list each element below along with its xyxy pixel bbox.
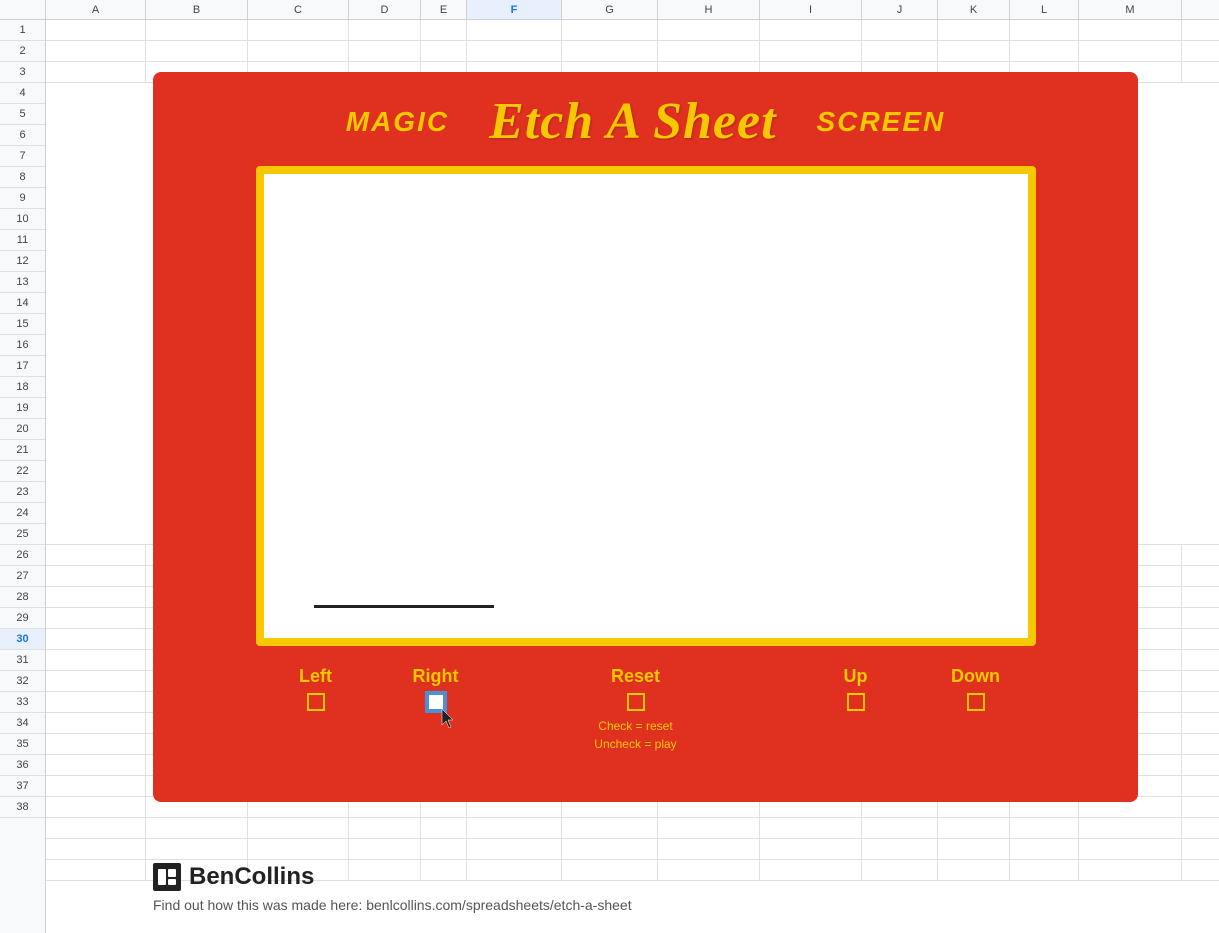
- row-16[interactable]: 16: [0, 335, 45, 356]
- ben-collins-icon: [153, 863, 181, 891]
- row-37[interactable]: 37: [0, 776, 45, 797]
- col-header-d[interactable]: D: [349, 0, 421, 19]
- ben-collins-logo: BenCollins: [153, 863, 632, 891]
- row-27[interactable]: 27: [0, 566, 45, 587]
- row-35[interactable]: 35: [0, 734, 45, 755]
- row-5[interactable]: 5: [0, 104, 45, 125]
- col-header-f[interactable]: F: [467, 0, 562, 19]
- row-20[interactable]: 20: [0, 419, 45, 440]
- grid-row: [46, 818, 1219, 839]
- drawing-line: [314, 605, 494, 608]
- row-29[interactable]: 29: [0, 608, 45, 629]
- up-checkbox[interactable]: [847, 693, 865, 711]
- row-19[interactable]: 19: [0, 398, 45, 419]
- up-label: Up: [844, 666, 868, 687]
- spreadsheet: A B C D E F G H I J K L M N O 1 2 3 4 5 …: [0, 0, 1219, 933]
- row-30[interactable]: 30: [0, 629, 45, 650]
- row-15[interactable]: 15: [0, 314, 45, 335]
- col-header-j[interactable]: J: [862, 0, 938, 19]
- bc-logo-svg: [157, 867, 177, 887]
- reset-label: Reset: [611, 666, 660, 687]
- row-8[interactable]: 8: [0, 167, 45, 188]
- row-22[interactable]: 22: [0, 461, 45, 482]
- col-header-n[interactable]: N: [1182, 0, 1219, 19]
- row-25[interactable]: 25: [0, 524, 45, 545]
- col-header-g[interactable]: G: [562, 0, 658, 19]
- col-header-a[interactable]: A: [46, 0, 146, 19]
- row-9[interactable]: 9: [0, 188, 45, 209]
- etch-controls: Left Right: [183, 666, 1108, 753]
- etch-screen: [256, 166, 1036, 646]
- ben-collins-url: Find out how this was made here: benlcol…: [153, 897, 632, 913]
- left-checkbox[interactable]: [307, 693, 325, 711]
- reset-control-group: Reset Check = reset Uncheck = play: [556, 666, 716, 753]
- col-header-k[interactable]: K: [938, 0, 1010, 19]
- row-6[interactable]: 6: [0, 125, 45, 146]
- row-7[interactable]: 7: [0, 146, 45, 167]
- row-numbers: 1 2 3 4 5 6 7 8 9 10 11 12 13 14 15 16 1…: [0, 20, 46, 933]
- magic-label: MAGIC: [346, 106, 449, 138]
- row-10[interactable]: 10: [0, 209, 45, 230]
- etch-title: Etch A Sheet: [489, 92, 776, 151]
- reset-checkbox[interactable]: [627, 693, 645, 711]
- corner-cell: [0, 0, 46, 19]
- reset-hint: Check = reset Uncheck = play: [594, 717, 676, 753]
- spreadsheet-body: 1 2 3 4 5 6 7 8 9 10 11 12 13 14 15 16 1…: [0, 20, 1219, 933]
- col-header-e[interactable]: E: [421, 0, 467, 19]
- left-control-group: Left: [256, 666, 376, 711]
- col-header-l[interactable]: L: [1010, 0, 1079, 19]
- col-header-i[interactable]: I: [760, 0, 862, 19]
- row-13[interactable]: 13: [0, 272, 45, 293]
- left-label: Left: [299, 666, 332, 687]
- cursor-icon: [439, 708, 455, 730]
- row-18[interactable]: 18: [0, 377, 45, 398]
- row-1[interactable]: 1: [0, 20, 45, 41]
- row-17[interactable]: 17: [0, 356, 45, 377]
- ben-collins-name: BenCollins: [189, 863, 314, 891]
- row-33[interactable]: 33: [0, 692, 45, 713]
- row-38[interactable]: 38: [0, 797, 45, 818]
- col-header-c[interactable]: C: [248, 0, 349, 19]
- screen-label: SCREEN: [817, 106, 946, 138]
- row-4[interactable]: 4: [0, 83, 45, 104]
- row-2[interactable]: 2: [0, 41, 45, 62]
- row-23[interactable]: 23: [0, 482, 45, 503]
- row-3[interactable]: 3: [0, 62, 45, 83]
- row-31[interactable]: 31: [0, 650, 45, 671]
- row-26[interactable]: 26: [0, 545, 45, 566]
- row-36[interactable]: 36: [0, 755, 45, 776]
- grid-row: [46, 839, 1219, 860]
- grid-row: [46, 20, 1219, 41]
- right-label: Right: [413, 666, 459, 687]
- row-34[interactable]: 34: [0, 713, 45, 734]
- row-32[interactable]: 32: [0, 671, 45, 692]
- right-control-group: Right: [376, 666, 496, 716]
- row-28[interactable]: 28: [0, 587, 45, 608]
- col-header-b[interactable]: B: [146, 0, 248, 19]
- grid-row: [46, 41, 1219, 62]
- up-control-group: Up: [796, 666, 916, 711]
- etch-header: MAGIC Etch A Sheet SCREEN: [183, 92, 1108, 151]
- row-24[interactable]: 24: [0, 503, 45, 524]
- down-label: Down: [951, 666, 1000, 687]
- column-headers: A B C D E F G H I J K L M N O: [0, 0, 1219, 20]
- grid-content: MAGIC Etch A Sheet SCREEN Left: [46, 20, 1219, 933]
- down-control-group: Down: [916, 666, 1036, 711]
- row-21[interactable]: 21: [0, 440, 45, 461]
- col-header-m[interactable]: M: [1079, 0, 1182, 19]
- down-checkbox[interactable]: [967, 693, 985, 711]
- row-12[interactable]: 12: [0, 251, 45, 272]
- row-11[interactable]: 11: [0, 230, 45, 251]
- etch-widget: MAGIC Etch A Sheet SCREEN Left: [153, 72, 1138, 802]
- row-14[interactable]: 14: [0, 293, 45, 314]
- col-header-h[interactable]: H: [658, 0, 760, 19]
- branding-section: BenCollins Find out how this was made he…: [153, 863, 632, 913]
